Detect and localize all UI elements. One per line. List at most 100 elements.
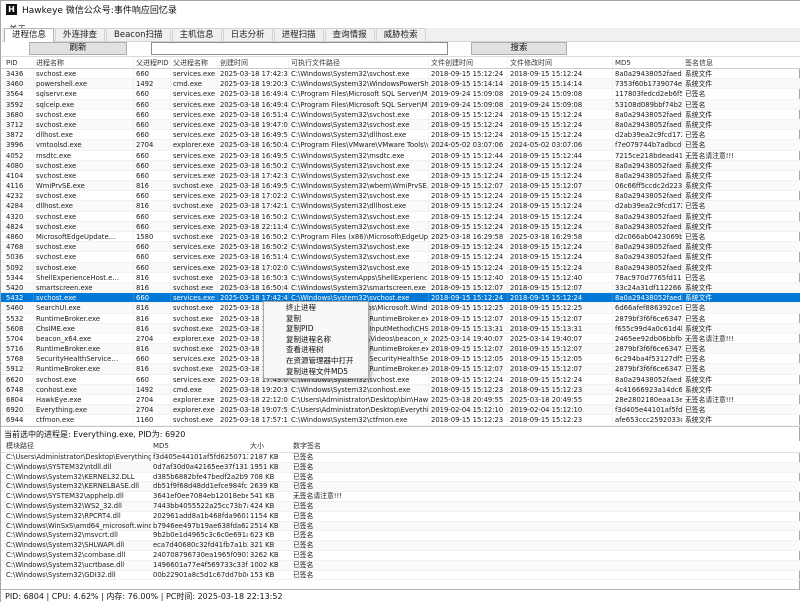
table-row[interactable]: 6804HawkEye.exe2704explorer.exe2025-03-1… — [1, 395, 800, 405]
table-row[interactable]: 4320svchost.exe660services.exe2025-03-18… — [1, 212, 800, 222]
table-cell: 816 — [134, 181, 171, 190]
context-menu-item-5[interactable]: 在资源管理器中打开 — [264, 356, 368, 367]
module-row[interactable]: C:\Windows\System32\combase.dll240708796… — [1, 551, 800, 561]
module-row[interactable]: C:\Windows\SYSTEM32\ntdll.dll0d7af30d0a4… — [1, 463, 800, 473]
table-row[interactable]: 5716RuntimeBroker.exe816svchost.exe2025-… — [1, 344, 800, 354]
table-cell: 5432 — [4, 293, 34, 302]
table-row[interactable]: 3564sqlservr.exe660services.exe2025-03-1… — [1, 89, 800, 99]
table-row-selected[interactable]: 5432svchost.exe660services.exe2025-03-18… — [1, 293, 800, 303]
table-cell: 2019-02-04 15:12:10 — [429, 405, 508, 414]
table-row[interactable]: 5420smartscreen.exe816svchost.exe2025-03… — [1, 283, 800, 293]
tab-7[interactable]: 威胁检索 — [376, 28, 426, 41]
tab-4[interactable]: 日志分析 — [223, 28, 273, 41]
module-row[interactable]: C:\Windows\WinSxS\amd64_microsoft.window… — [1, 522, 800, 532]
search-button[interactable]: 搜索 — [471, 42, 567, 55]
table-cell: MicrosoftEdgeUpdate… — [34, 232, 134, 241]
module-row[interactable]: C:\Windows\System32\ucrtbase.dll1496601a… — [1, 561, 800, 571]
table-cell: 33c24a31df112266cc… — [613, 283, 683, 292]
context-menu-item-2[interactable]: 复制PID — [264, 324, 368, 335]
table-row[interactable]: 4232svchost.exe660services.exe2025-03-18… — [1, 191, 800, 201]
tab-6[interactable]: 查询情报 — [325, 28, 375, 41]
table-row[interactable]: 6748conhost.exe1492cmd.exe2025-03-18 19:… — [1, 385, 800, 395]
table-cell: 2025-03-18 16:49:43 — [218, 100, 289, 109]
module-row[interactable]: C:\Windows\System32\KERNEL32.DLLd385b688… — [1, 473, 800, 483]
table-cell: 4284 — [4, 201, 34, 210]
table-row[interactable]: 5036svchost.exe660services.exe2025-03-18… — [1, 252, 800, 262]
tab-0[interactable]: 进程信息 — [4, 28, 54, 42]
table-cell: 2639 KB — [248, 482, 291, 491]
table-cell: C:\Windows\System32\wbem\WmiPrvSE.exe — [289, 181, 429, 190]
table-row[interactable]: 3996vmtoolsd.exe2704explorer.exe2025-03-… — [1, 140, 800, 150]
context-menu-item-1[interactable]: 复制 — [264, 314, 368, 325]
table-cell: C:\Windows\System32\conhost.exe — [289, 385, 429, 394]
table-row[interactable]: 4768svchost.exe660services.exe2025-03-18… — [1, 242, 800, 252]
tab-3[interactable]: 主机信息 — [172, 28, 222, 41]
table-cell: 2018-09-15 15:12:24 — [508, 69, 613, 78]
app-window: { "window": { "title": "Hawkeye 微信公众号:事件… — [0, 0, 800, 602]
table-cell: 660 — [134, 222, 171, 231]
table-cell: f7e079744b7adbcd6f7… — [613, 140, 683, 149]
table-row[interactable]: 4860MicrosoftEdgeUpdate…1580svchost.exe2… — [1, 232, 800, 242]
column-header: 可执行文件路径 — [289, 57, 429, 68]
table-row[interactable]: 4116WmiPrvSE.exe816svchost.exe2025-03-18… — [1, 181, 800, 191]
table-row[interactable]: 5912RuntimeBroker.exe816svchost.exe2025-… — [1, 364, 800, 374]
table-cell: services.exe — [171, 252, 218, 261]
table-cell: 2025-03-18 20:49:55 — [508, 395, 613, 404]
tab-1[interactable]: 外连排查 — [55, 28, 105, 41]
table-row[interactable]: 3436svchost.exe660services.exe2025-03-18… — [1, 69, 800, 79]
table-row[interactable]: 3680svchost.exe660services.exe2025-03-18… — [1, 110, 800, 120]
table-row[interactable]: 4104svchost.exe660services.exe2025-03-18… — [1, 171, 800, 181]
module-row[interactable]: C:\Windows\System32\WS2_32.dll7443bb4055… — [1, 502, 800, 512]
table-cell: 已签名 — [683, 89, 800, 98]
table-row[interactable]: 5460SearchUI.exe816svchost.exe2025-03-18… — [1, 303, 800, 313]
table-cell: 3436 — [4, 69, 34, 78]
table-row[interactable]: 5344ShellExperienceHost.e…816svchost.exe… — [1, 273, 800, 283]
refresh-button[interactable]: 刷新 — [29, 42, 127, 55]
table-row[interactable]: 4824svchost.exe660services.exe2025-03-18… — [1, 222, 800, 232]
table-cell: 2879bf3f6f6ce634771… — [613, 344, 683, 353]
table-row[interactable]: 4052msdtc.exe660services.exe2025-03-18 1… — [1, 151, 800, 161]
table-cell: 已签名 — [291, 551, 401, 560]
context-menu-item-4[interactable]: 查看进程树 — [264, 345, 368, 356]
table-cell: svchost.exe — [171, 273, 218, 282]
table-cell: 2025-03-18 16:29:58 — [508, 232, 613, 241]
table-row[interactable]: 3592sqlceip.exe660services.exe2025-03-18… — [1, 100, 800, 110]
table-row[interactable]: 4080svchost.exe660services.exe2025-03-18… — [1, 161, 800, 171]
table-row[interactable]: 3872dllhost.exe660services.exe2025-03-18… — [1, 130, 800, 140]
module-row[interactable]: C:\Windows\System32\RPCRT4.dll202961add8… — [1, 512, 800, 522]
table-cell: C:\Windows\System32\WindowsPowerShell\v1… — [289, 79, 429, 88]
module-row[interactable]: C:\Users\Administrator\Desktop\Everythin… — [1, 453, 800, 463]
table-row[interactable]: 5704beacon_x64.exe2704explorer.exe2025-0… — [1, 334, 800, 344]
table-row[interactable]: 4284dllhost.exe816svchost.exe2025-03-18 … — [1, 201, 800, 211]
table-cell: explorer.exe — [171, 140, 218, 149]
table-row[interactable]: 5608ChsIME.exe816svchost.exe2025-03-18 1… — [1, 324, 800, 334]
table-cell: svchost.exe — [171, 344, 218, 353]
toolbar: 刷新 搜索 — [1, 42, 800, 56]
table-row[interactable]: 3712svchost.exe660services.exe2025-03-18… — [1, 120, 800, 130]
module-row[interactable]: C:\Windows\System32\SHLWAPI.dlleca7d4068… — [1, 541, 800, 551]
table-row[interactable]: 5768SecurityHealthService…660services.ex… — [1, 354, 800, 364]
table-row[interactable]: 3460powershell.exe1492cmd.exe2025-03-18 … — [1, 79, 800, 89]
table-cell: 3262 KB — [248, 551, 291, 560]
module-row[interactable]: C:\Windows\System32\msvcrt.dll9b2b0e1d49… — [1, 531, 800, 541]
table-row[interactable]: 6620svchost.exe660services.exe2025-03-18… — [1, 375, 800, 385]
module-row[interactable]: C:\Windows\System32\KERNELBASE.dlldb51f9… — [1, 482, 800, 492]
table-cell: C:\Windows\System32\svchost.exe — [289, 191, 429, 200]
tab-2[interactable]: Beacon扫描 — [106, 28, 171, 41]
table-row[interactable]: 6920Everything.exe2704explorer.exe2025-0… — [1, 405, 800, 415]
table-row[interactable]: 5532RuntimeBroker.exe816svchost.exe2025-… — [1, 314, 800, 324]
search-input[interactable] — [151, 42, 448, 55]
module-row[interactable]: C:\Windows\System32\GDI32.dll00b22901a8c… — [1, 571, 800, 581]
context-menu-item-6[interactable]: 复制进程文件MD5 — [264, 367, 368, 378]
module-row[interactable]: C:\Windows\SYSTEM32\apphelp.dll3641ef0ee… — [1, 492, 800, 502]
context-menu-item-0[interactable]: 终止进程 — [264, 303, 368, 314]
table-cell: C:\Windows\SYSTEM32\apphelp.dll — [4, 492, 151, 501]
table-cell: 2025-03-18 16:49:51 — [218, 151, 289, 160]
table-cell: 2879bf3f6f6ce634771… — [613, 314, 683, 323]
table-row[interactable]: 6944ctfmon.exe1160svchost.exe2025-03-18 … — [1, 415, 800, 425]
context-menu-item-3[interactable]: 复制进程名称 — [264, 335, 368, 346]
tab-5[interactable]: 进程扫描 — [274, 28, 324, 41]
table-row[interactable]: 5092svchost.exe660services.exe2025-03-18… — [1, 263, 800, 273]
table-cell: services.exe — [171, 375, 218, 384]
column-header: 文件修改时间 — [508, 57, 613, 68]
